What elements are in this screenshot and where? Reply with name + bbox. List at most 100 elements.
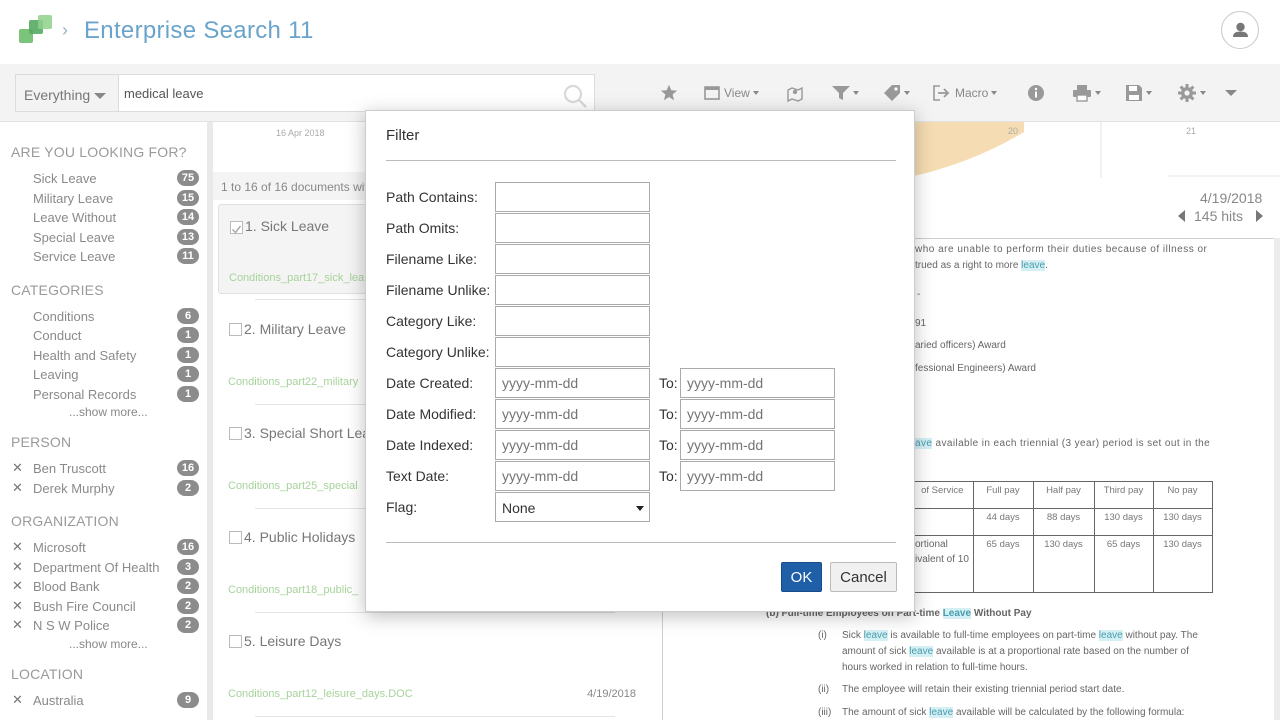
result-file-link[interactable]: Conditions_part22_military	[228, 376, 358, 388]
facet-item[interactable]: N S W Police	[33, 618, 110, 633]
tag-button[interactable]	[883, 82, 910, 104]
search-input[interactable]: medical leave	[119, 74, 595, 112]
filter-dialog: Filter Path Contains: Path Omits: Filena…	[365, 110, 915, 612]
facet-item[interactable]: Special Leave	[33, 230, 115, 245]
timeline-chart[interactable]	[914, 122, 1280, 178]
search-icon[interactable]	[563, 84, 587, 108]
info-button[interactable]	[1027, 82, 1045, 104]
show-more-link[interactable]: ...show more...	[69, 405, 148, 419]
remove-icon[interactable]: ✕	[12, 480, 23, 496]
save-button[interactable]	[1125, 82, 1152, 104]
view-menu-button[interactable]: View	[704, 82, 759, 104]
app-logo-icon[interactable]	[19, 15, 53, 47]
next-hit-button[interactable]	[1255, 209, 1263, 225]
remove-icon[interactable]: ✕	[12, 617, 23, 633]
remove-icon[interactable]: ✕	[12, 460, 23, 476]
result-title[interactable]: 4. Public Holidays	[244, 529, 355, 545]
result-checkbox[interactable]	[229, 531, 242, 544]
facet-item[interactable]: Conduct	[33, 328, 81, 343]
date-created-from-input[interactable]	[495, 368, 650, 398]
result-title[interactable]: 3. Special Short Lea	[244, 425, 370, 441]
remove-icon[interactable]: ✕	[12, 598, 23, 614]
text-date-from-input[interactable]	[495, 461, 650, 491]
facet-item[interactable]: Service Leave	[33, 249, 115, 264]
app-title[interactable]: Enterprise Search 11	[84, 17, 314, 45]
timeline-label: 21	[1186, 126, 1197, 136]
date-modified-label: Date Modified:	[386, 406, 477, 422]
settings-button[interactable]	[1177, 82, 1206, 104]
facet-item[interactable]: Blood Bank	[33, 579, 100, 594]
favorite-button[interactable]	[660, 82, 678, 104]
path-contains-input[interactable]	[495, 182, 650, 212]
hit-highlight: leave	[1098, 630, 1123, 641]
category-like-input[interactable]	[495, 306, 650, 336]
chevron-down-icon	[1200, 91, 1206, 95]
result-title[interactable]: 2. Military Leave	[244, 321, 346, 337]
cancel-button[interactable]: Cancel	[830, 562, 897, 592]
search-scope-value: Everything	[24, 87, 91, 103]
facet-item[interactable]: Military Leave	[33, 191, 113, 206]
facet-heading-categories: CATEGORIES	[11, 282, 104, 298]
show-more-link[interactable]: ...show more...	[69, 637, 148, 651]
result-checkbox[interactable]	[229, 635, 242, 648]
path-omits-input[interactable]	[495, 213, 650, 243]
text-date-to-input[interactable]	[680, 461, 835, 491]
result-title[interactable]: 5. Leisure Days	[244, 633, 341, 649]
flag-select[interactable]: None	[495, 492, 650, 522]
filter-button[interactable]	[832, 82, 859, 104]
facet-item[interactable]: Sick Leave	[33, 171, 97, 186]
facet-item[interactable]: Ben Truscott	[33, 461, 106, 476]
facet-item[interactable]: Leave Without	[33, 210, 116, 225]
remove-icon[interactable]: ✕	[12, 539, 23, 555]
remove-icon[interactable]: ✕	[12, 578, 23, 594]
hit-highlight: Leave	[942, 608, 972, 619]
facet-item[interactable]: Conditions	[33, 309, 94, 324]
facet-item[interactable]: Health and Safety	[33, 348, 136, 363]
filename-like-input[interactable]	[495, 244, 650, 274]
search-scope-select[interactable]: Everything	[15, 74, 119, 112]
remove-icon[interactable]: ✕	[12, 692, 23, 708]
chevron-down-icon	[1225, 90, 1237, 96]
map-button[interactable]	[786, 82, 804, 104]
category-unlike-input[interactable]	[495, 337, 650, 367]
date-indexed-to-input[interactable]	[680, 430, 835, 460]
result-checkbox[interactable]	[229, 323, 242, 336]
facet-item[interactable]: Department Of Health	[33, 560, 159, 575]
facet-item[interactable]: Personal Records	[33, 387, 136, 402]
result-checkbox[interactable]	[229, 427, 242, 440]
facet-item[interactable]: Microsoft	[33, 540, 86, 555]
table-cell: Half pay	[1032, 481, 1095, 509]
divider	[386, 160, 896, 161]
facet-item[interactable]: Leaving	[33, 367, 79, 382]
filename-unlike-input[interactable]	[495, 275, 650, 305]
date-modified-to-input[interactable]	[680, 399, 835, 429]
result-file-link[interactable]: Conditions_part17_sick_lea	[229, 272, 364, 284]
facet-item[interactable]: Derek Murphy	[33, 481, 115, 496]
print-button[interactable]	[1072, 82, 1101, 104]
facet-item[interactable]: Australia	[33, 693, 84, 708]
date-modified-from-input[interactable]	[495, 399, 650, 429]
macro-menu-button[interactable]: Macro	[933, 82, 998, 104]
preview-scrollbar[interactable]	[1274, 238, 1280, 720]
remove-icon[interactable]: ✕	[12, 559, 23, 575]
prev-hit-button[interactable]	[1178, 209, 1186, 225]
filename-unlike-label: Filename Unlike:	[386, 282, 491, 298]
user-avatar[interactable]	[1221, 11, 1259, 49]
preview-text: trued as a right to more leave.	[915, 260, 1048, 271]
divider	[255, 612, 615, 613]
ok-button[interactable]: OK	[781, 562, 822, 592]
table-cell: 130 days	[1152, 508, 1213, 536]
result-file-link[interactable]: Conditions_part12_leisure_days.DOC	[228, 688, 413, 700]
date-indexed-from-input[interactable]	[495, 430, 650, 460]
result-checkbox[interactable]	[230, 221, 243, 234]
info-icon	[1028, 85, 1044, 101]
result-file-link[interactable]: Conditions_part25_special	[228, 480, 358, 492]
date-created-to-input[interactable]	[680, 368, 835, 398]
facet-item[interactable]: Bush Fire Council	[33, 599, 136, 614]
facet-count-badge: 15	[177, 190, 199, 206]
result-file-link[interactable]: Conditions_part18_public_	[228, 584, 358, 596]
more-menu-button[interactable]	[1225, 82, 1237, 104]
table-cell: 65 days	[972, 535, 1034, 593]
result-title[interactable]: 1. Sick Leave	[245, 218, 329, 234]
result-item[interactable]: 5. Leisure Days Conditions_part12_leisur…	[218, 622, 656, 712]
